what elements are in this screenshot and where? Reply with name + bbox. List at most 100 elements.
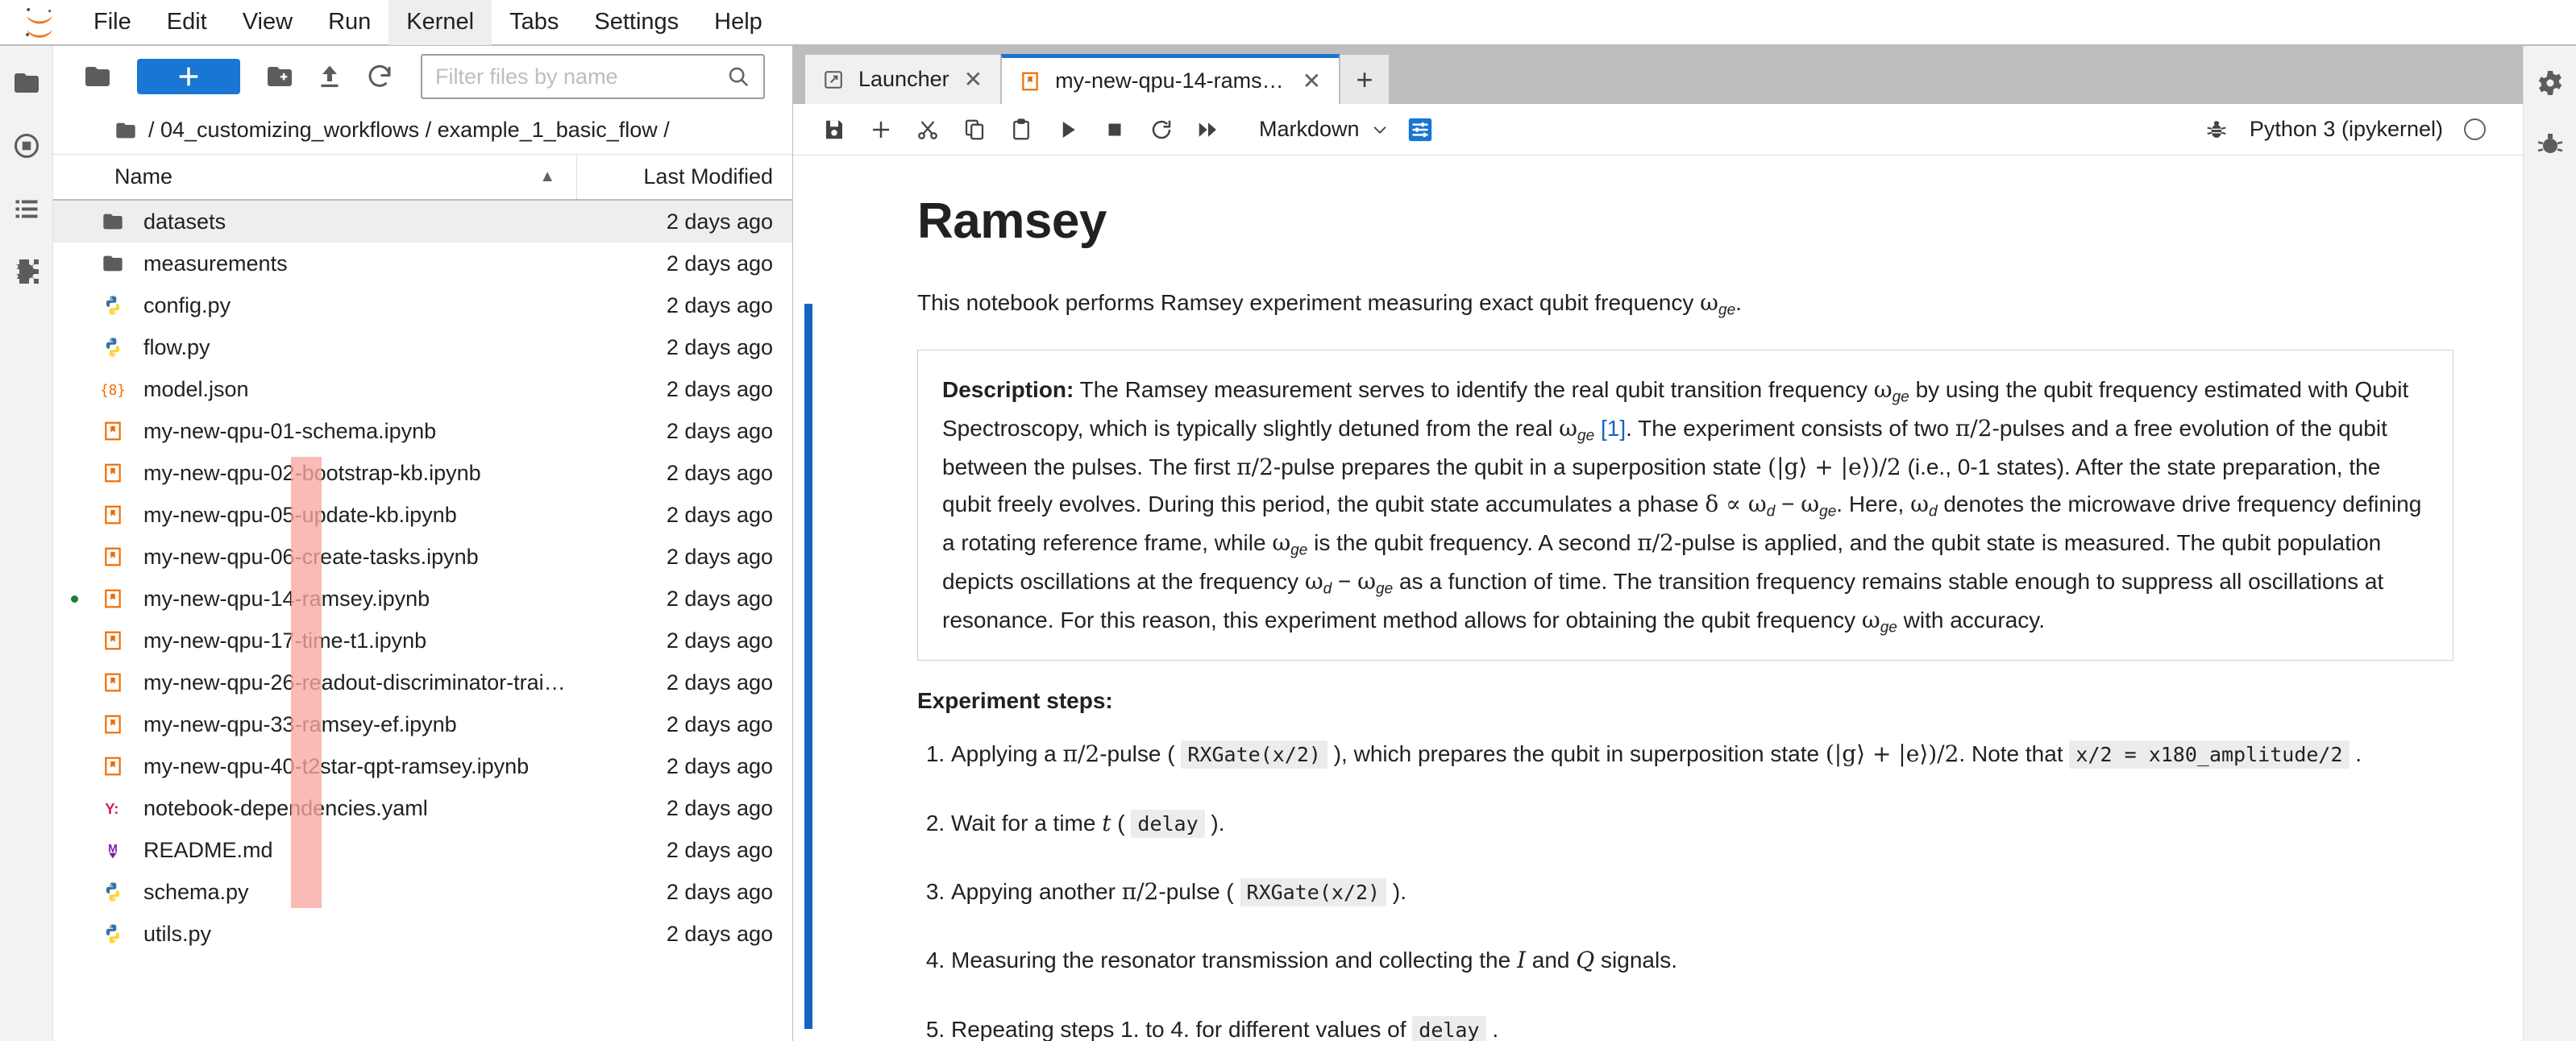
open-folder-icon[interactable] [73, 56, 123, 97]
bug-icon[interactable] [2204, 118, 2229, 142]
file-browser-icon[interactable] [10, 67, 43, 99]
description-l: with accuracy. [1897, 608, 2045, 633]
file-last-modified: 2 days ago [666, 586, 773, 611]
kernel-name-label[interactable]: Python 3 (ipykernel) [2250, 117, 2443, 142]
description-label: Description: [942, 376, 1074, 402]
upload-icon[interactable] [305, 56, 355, 97]
menu-item-tabs[interactable]: Tabs [492, 0, 576, 45]
table-row[interactable]: my-new-qpu-33-ramsey-ef.ipynb 2 days ago [53, 703, 792, 745]
file-last-modified: 2 days ago [666, 209, 773, 234]
file-last-modified: 2 days ago [666, 502, 773, 527]
stop-icon[interactable] [1091, 109, 1138, 151]
notebook-icon [95, 504, 131, 525]
save-icon[interactable] [811, 109, 858, 151]
tab-launcher[interactable]: Launcher ✕ [804, 54, 1002, 104]
list-item: Measuring the resonator transmission and… [951, 943, 2453, 977]
close-icon[interactable]: ✕ [1303, 69, 1321, 93]
extension-manager-icon[interactable] [10, 255, 43, 288]
file-last-modified: 2 days ago [666, 837, 773, 862]
file-name: my-new-qpu-17-time-t1.ipynb [143, 628, 427, 653]
filter-files-input[interactable] [435, 64, 726, 89]
svg-text:{8}: {8} [102, 383, 124, 399]
refresh-icon[interactable] [355, 56, 405, 97]
step4-pre: Measuring the resonator transmission and… [951, 948, 1517, 973]
notebook-icon [95, 630, 131, 651]
file-list-header: Name ▲ Last Modified [53, 154, 792, 201]
menu-item-settings[interactable]: Settings [576, 0, 696, 45]
paste-icon[interactable] [998, 109, 1045, 151]
property-inspector-icon[interactable] [2534, 67, 2566, 99]
notebook-scroll-region[interactable]: Ramsey This notebook performs Ramsey exp… [793, 156, 2523, 1041]
table-row[interactable]: config.py 2 days ago [53, 284, 792, 326]
file-name: my-new-qpu-26-readout-discriminator-trai… [143, 670, 576, 695]
close-icon[interactable]: ✕ [964, 68, 983, 91]
file-last-modified: 2 days ago [666, 711, 773, 736]
svg-text:M: M [108, 841, 118, 854]
table-of-contents-icon[interactable] [10, 193, 43, 225]
list-item: Applying a π/2-pulse ( RXGate(x/2) ), wh… [951, 736, 2453, 771]
file-name: my-new-qpu-02-bootstrap-kb.ipynb [143, 460, 481, 485]
reference-link-1[interactable]: [1] [1601, 416, 1626, 441]
scissors-icon[interactable] [904, 109, 951, 151]
file-last-modified: 2 days ago [666, 418, 773, 443]
page-title: Ramsey [917, 193, 1107, 249]
table-row[interactable]: my-new-qpu-17-time-t1.ipynb 2 days ago [53, 620, 792, 662]
file-list: datasets 2 days ago measurements 2 days ago… [53, 201, 792, 1041]
menu-item-view[interactable]: View [225, 0, 310, 45]
description-box: Description: The Ramsey measurement serv… [917, 349, 2453, 662]
table-row[interactable]: my-new-qpu-02-bootstrap-kb.ipynb 2 days a… [53, 452, 792, 494]
plus-icon[interactable] [858, 109, 904, 151]
step2-mid: ( [1111, 810, 1132, 836]
table-row[interactable]: my-new-qpu-40-t2star-qpt-ramsey.ipynb 2 d… [53, 745, 792, 787]
chevron-down-icon [1371, 121, 1389, 139]
cell-type-dropdown[interactable]: Markdown [1251, 112, 1397, 147]
markdown-icon: M [95, 839, 131, 861]
table-row[interactable]: my-new-qpu-26-readout-discriminator-trai… [53, 662, 792, 703]
play-icon[interactable] [1045, 109, 1091, 151]
table-row[interactable]: datasets 2 days ago [53, 201, 792, 243]
table-row[interactable]: flow.py 2 days ago [53, 326, 792, 368]
table-row[interactable]: M README.md 2 days ago [53, 829, 792, 871]
menu-item-run[interactable]: Run [310, 0, 388, 45]
debugger-icon[interactable] [2534, 130, 2566, 162]
tab-notebook-ramsey[interactable]: my-new-qpu-14-ramsey.ipy ✕ [1001, 54, 1340, 104]
menu-item-help[interactable]: Help [696, 0, 780, 45]
new-launcher-button[interactable] [137, 59, 240, 94]
running-terminals-icon[interactable] [10, 130, 43, 162]
step1-mid2: ), which prepares the qubit in superposi… [1327, 741, 1826, 767]
breadcrumb[interactable]: / 04_customizing_workflows / example_1_b… [53, 107, 792, 154]
menu-item-file[interactable]: File [76, 0, 149, 45]
file-last-modified: 2 days ago [666, 251, 773, 276]
step4-post: signals. [1594, 948, 1677, 973]
table-row[interactable]: my-new-qpu-06-create-tasks.ipynb 2 days a… [53, 536, 792, 578]
notebook-icon [1020, 71, 1041, 92]
file-name: flow.py [143, 334, 210, 359]
omega-subscript: ge [1718, 301, 1736, 319]
filter-files-box[interactable] [421, 54, 765, 99]
table-row[interactable]: measurements 2 days ago [53, 243, 792, 284]
sliders-icon[interactable] [1397, 109, 1444, 151]
step4-math-i: I [1516, 947, 1526, 974]
file-browser-panel: / 04_customizing_workflows / example_1_b… [53, 46, 793, 1041]
table-row[interactable]: my-new-qpu-01-schema.ipynb 2 days ago [53, 410, 792, 452]
table-row[interactable]: my-new-qpu-05-update-kb.ipynb 2 days ago [53, 494, 792, 536]
new-tab-button[interactable]: + [1340, 54, 1390, 104]
table-row[interactable]: utils.py 2 days ago [53, 913, 792, 955]
table-row[interactable]: schema.py 2 days ago [53, 871, 792, 913]
table-row[interactable]: {8} model.json 2 days ago [53, 368, 792, 410]
file-last-modified: 2 days ago [666, 628, 773, 653]
new-folder-icon[interactable] [255, 56, 305, 97]
table-row[interactable]: my-new-qpu-14-ramsey.ipynb 2 days ago [53, 578, 792, 620]
pi-over-2-math: π/2 [1955, 415, 1992, 442]
restart-icon[interactable] [1138, 109, 1185, 151]
column-header-name[interactable]: Name ▲ [53, 164, 576, 189]
copy-icon[interactable] [951, 109, 998, 151]
menu-item-edit[interactable]: Edit [149, 0, 225, 45]
file-name: my-new-qpu-14-ramsey.ipynb [143, 586, 430, 611]
column-header-last-modified[interactable]: Last Modified [576, 155, 792, 199]
table-row[interactable]: Y: notebook-dependencies.yaml 2 days ago [53, 787, 792, 829]
fast-forward-icon[interactable] [1185, 109, 1232, 151]
intro-text-post: . [1735, 290, 1742, 315]
file-name: README.md [143, 837, 273, 862]
menu-item-kernel[interactable]: Kernel [388, 0, 492, 45]
